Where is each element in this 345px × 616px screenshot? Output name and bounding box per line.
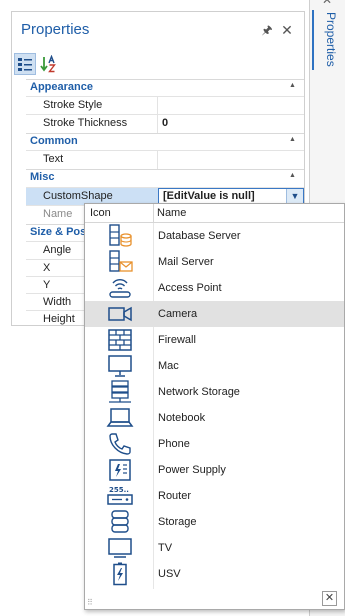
dropdown-footer: ⠿ ✕: [85, 589, 344, 609]
list-item-label: Firewall: [158, 334, 196, 346]
column-header-icon[interactable]: Icon: [90, 207, 111, 219]
mac-icon: [108, 355, 132, 377]
power-supply-icon: [109, 459, 131, 481]
property-value[interactable]: 0: [162, 117, 168, 129]
chevron-down-icon[interactable]: ▼: [286, 189, 303, 204]
property-row-stroke-style[interactable]: Stroke Style: [26, 96, 304, 115]
database-server-icon: [109, 224, 132, 247]
list-item-label: Mail Server: [158, 256, 214, 268]
list-item-tv[interactable]: TV: [85, 535, 344, 561]
property-name: Y: [43, 279, 51, 291]
property-name: Height: [43, 313, 75, 325]
list-item-label: USV: [158, 568, 181, 580]
router-badge: 255..: [109, 486, 129, 494]
mail-server-icon: [109, 250, 133, 272]
collapse-arrow-icon[interactable]: ▲: [289, 82, 296, 89]
dropdown-close-button[interactable]: ✕: [322, 591, 337, 606]
category-misc[interactable]: Misc ▲: [12, 169, 304, 186]
router-icon: 255..: [107, 486, 133, 505]
tab-properties[interactable]: Properties: [312, 10, 338, 70]
category-appearance[interactable]: Appearance ▲: [12, 79, 304, 96]
tab-properties-label: Properties: [324, 12, 338, 67]
resize-grip-icon[interactable]: ⠿: [87, 598, 93, 607]
list-item-usv[interactable]: USV: [85, 561, 344, 587]
list-item-label: Phone: [158, 438, 190, 450]
list-item-firewall[interactable]: Firewall: [85, 327, 344, 353]
alphabetical-sort-button[interactable]: [38, 53, 60, 75]
tv-icon: [108, 538, 132, 558]
customshape-value: [EditValue is null]: [163, 190, 255, 202]
list-item-access-point[interactable]: Access Point: [85, 275, 344, 301]
property-row-text[interactable]: Text: [26, 150, 304, 169]
property-name: CustomShape: [43, 190, 113, 202]
property-name: Text: [43, 153, 64, 165]
collapse-arrow-icon[interactable]: ▲: [289, 136, 296, 143]
list-item-label: Notebook: [158, 412, 206, 424]
list-item-notebook[interactable]: Notebook: [85, 405, 344, 431]
list-item-label: Camera: [158, 308, 198, 320]
column-divider[interactable]: [153, 204, 154, 223]
panel-toolbar: [12, 52, 304, 76]
close-icon[interactable]: ✕: [280, 23, 294, 37]
storage-icon: [111, 510, 129, 533]
access-point-icon: [109, 279, 131, 298]
list-item-mail-server[interactable]: Mail Server: [85, 249, 344, 275]
property-name: Width: [43, 296, 72, 308]
categorized-list-icon: [18, 58, 32, 71]
property-row-stroke-thickness[interactable]: Stroke Thickness 0: [26, 114, 304, 133]
pin-icon[interactable]: 🖈: [260, 23, 274, 37]
list-item-label: Power Supply: [158, 464, 226, 476]
list-item-label: Database Server: [158, 230, 241, 242]
property-name: Name: [43, 208, 73, 220]
category-label: Appearance: [30, 81, 93, 93]
list-item-phone[interactable]: Phone: [85, 431, 344, 457]
network-storage-icon: [109, 380, 131, 403]
customshape-dropdown: Icon Name Database Server Mail Server Ac…: [84, 203, 345, 610]
category-common[interactable]: Common ▲: [12, 133, 304, 150]
panel-title: Properties: [21, 21, 90, 38]
list-item-label: Mac: [158, 360, 179, 372]
list-item-router[interactable]: 255.. Router: [85, 483, 344, 509]
list-item-label: Access Point: [158, 282, 222, 294]
column-divider: [157, 151, 158, 169]
phone-icon: [109, 433, 131, 455]
list-item-network-storage[interactable]: Network Storage: [85, 379, 344, 405]
list-item-label: Network Storage: [158, 386, 240, 398]
list-item-label: Storage: [158, 516, 197, 528]
sort-az-icon: [40, 55, 56, 73]
collapse-arrow-icon[interactable]: ▲: [289, 172, 296, 179]
list-item-storage[interactable]: Storage: [85, 509, 344, 535]
list-item-label: Router: [158, 490, 192, 502]
category-label: Misc: [30, 171, 55, 183]
property-name: X: [43, 262, 51, 274]
column-header-name[interactable]: Name: [157, 207, 186, 219]
category-label: Size & Pos: [30, 226, 87, 238]
categorized-view-button[interactable]: [14, 53, 36, 75]
property-name: Angle: [43, 244, 72, 256]
side-close-icon[interactable]: ✕: [321, 0, 333, 6]
dropdown-list: Database Server Mail Server Access Point: [85, 223, 344, 589]
list-item-database-server[interactable]: Database Server: [85, 223, 344, 249]
list-item-mac[interactable]: Mac: [85, 353, 344, 379]
property-name: Stroke Thickness: [43, 117, 128, 129]
list-item-camera[interactable]: Camera: [85, 301, 344, 327]
firewall-icon: [108, 329, 132, 351]
list-item-power-supply[interactable]: Power Supply: [85, 457, 344, 483]
column-divider: [157, 97, 158, 115]
usv-icon: [113, 562, 127, 586]
list-item-label: TV: [158, 542, 173, 554]
category-label: Common: [30, 135, 78, 147]
column-divider: [157, 115, 158, 133]
property-name: Stroke Style: [43, 99, 103, 111]
notebook-icon: [106, 408, 134, 427]
camera-icon: [108, 306, 132, 322]
dropdown-header: Icon Name: [85, 204, 344, 223]
